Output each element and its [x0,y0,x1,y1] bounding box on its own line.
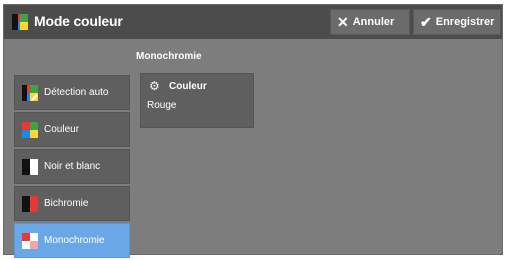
color-mode-panel: Mode couleur ✕ Annuler ✔ Enregistrer Mon… [3,4,503,258]
cancel-label: Annuler [352,16,395,28]
page-title: Mode couleur [34,13,123,29]
monochrome-icon [22,233,38,249]
sidebar-item-label: Couleur [44,124,80,135]
auto-detect-icon [22,85,38,101]
close-icon: ✕ [337,14,349,30]
section-title: Monochromie [136,51,202,62]
color-mode-icon [12,14,28,30]
option-label: Couleur [169,81,207,92]
sidebar-item-label: Monochromie [44,235,105,246]
sidebar: Détection auto Couleur Noir et blanc Bic… [14,75,130,260]
gear-icon: ⚙ [149,79,160,93]
sidebar-item-two-color[interactable]: Bichromie [14,186,130,221]
save-button[interactable]: ✔ Enregistrer [413,9,501,35]
two-color-icon [22,196,38,212]
sidebar-item-label: Noir et blanc [44,161,101,172]
option-value: Rouge [147,100,177,111]
sidebar-item-auto-detect[interactable]: Détection auto [14,75,130,110]
black-white-icon [22,159,38,175]
color-option-tile[interactable]: ⚙ Couleur Rouge [140,73,254,128]
checkmark-icon: ✔ [420,14,432,30]
sidebar-item-black-white[interactable]: Noir et blanc [14,149,130,184]
save-label: Enregistrer [435,16,495,28]
color-icon [22,122,38,138]
sidebar-item-monochrome[interactable]: Monochromie [14,223,130,258]
header-bar: Mode couleur ✕ Annuler ✔ Enregistrer [4,5,502,39]
sidebar-item-label: Détection auto [44,87,109,98]
cancel-button[interactable]: ✕ Annuler [330,9,410,35]
sidebar-item-color[interactable]: Couleur [14,112,130,147]
sidebar-item-label: Bichromie [44,198,89,209]
